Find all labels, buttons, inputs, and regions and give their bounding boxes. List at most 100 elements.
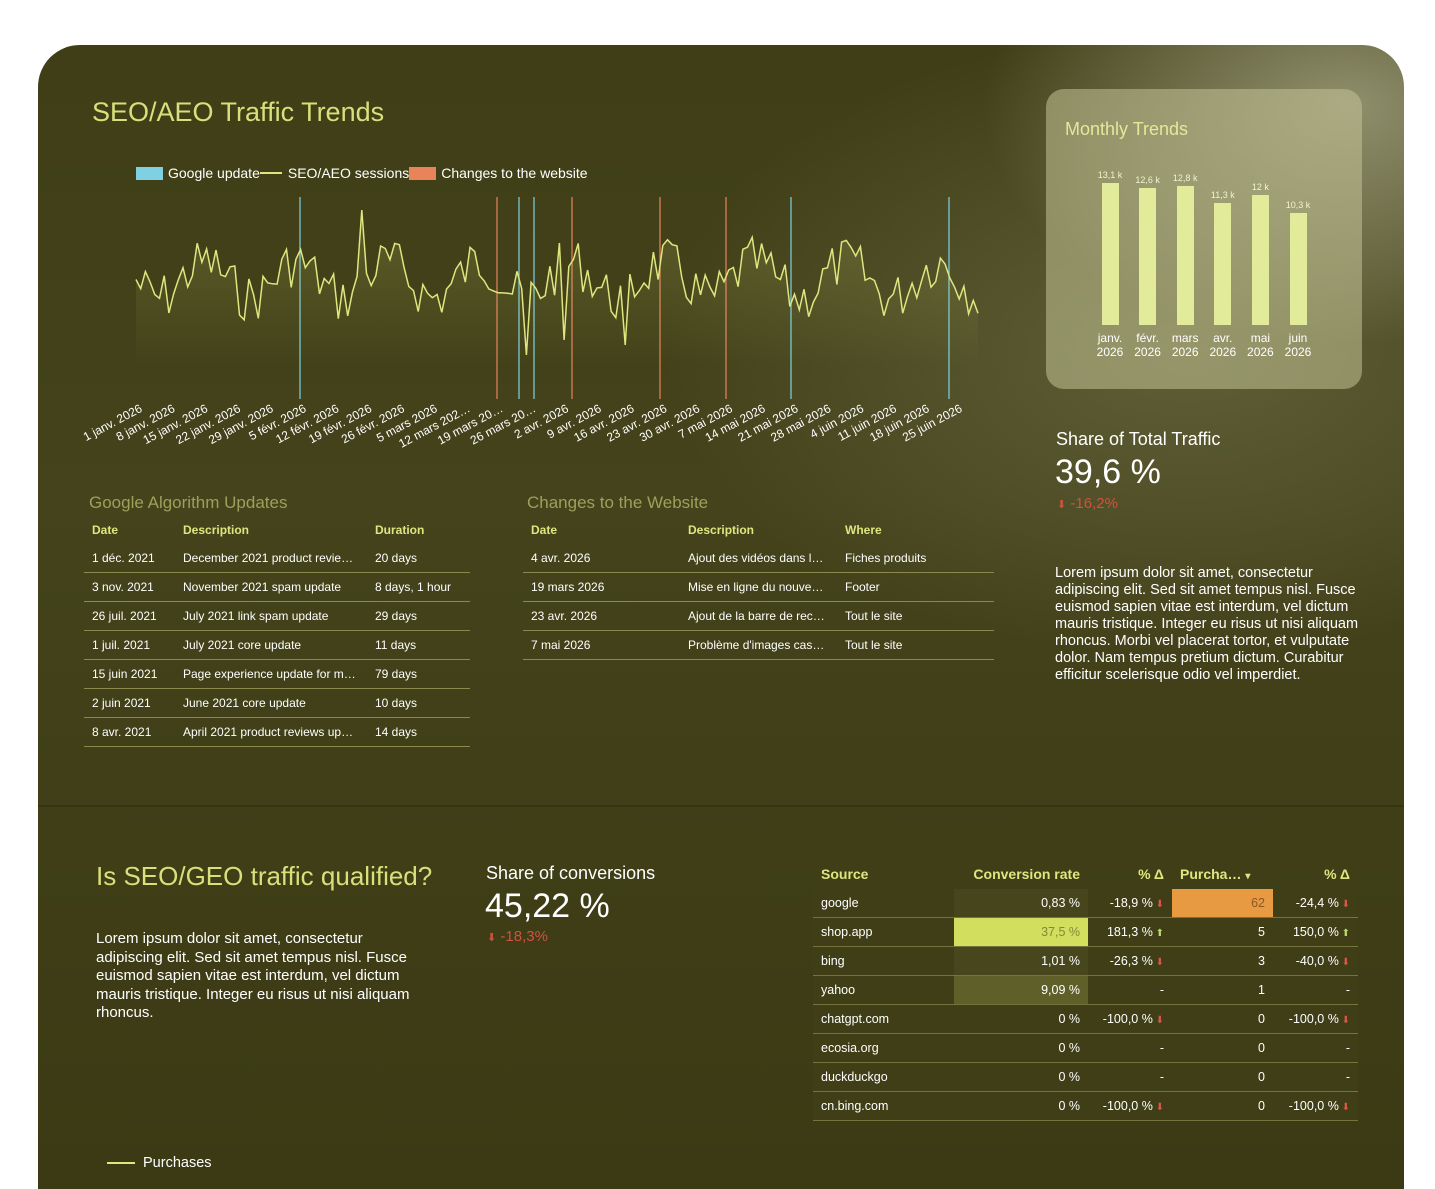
purchases-delta-cell-text: -24,4 % [1295, 896, 1339, 910]
col-rate-delta[interactable]: % Δ [1088, 859, 1172, 889]
purchases-cell-text: 1 [1258, 983, 1265, 997]
rate-delta-cell: 181,3 % ⬆ [1088, 917, 1172, 947]
table-row[interactable]: 19 mars 2026 Mise en ligne du nouve… Foote… [523, 572, 994, 602]
c-header-2[interactable]: Where [837, 516, 994, 544]
table-row[interactable]: chatgpt.com 0 % -100,0 % ⬇ 0 -100,0 % ⬇ [813, 1004, 1358, 1034]
source-cell-text: yahoo [821, 983, 856, 997]
col-purchases-delta[interactable]: % Δ [1273, 859, 1358, 889]
chart-legend: Google update SEO/AEO sessions Changes t… [136, 165, 588, 181]
purchases-cell-text: 3 [1258, 954, 1265, 968]
table-cell: Ajout de la barre de rec… [680, 601, 837, 631]
table-row[interactable]: 26 juil. 2021 July 2021 link spam update 2… [84, 601, 470, 631]
monthly-bar[interactable] [1289, 213, 1307, 325]
sessions-line-chart[interactable]: 1 janv. 20268 janv. 202615 janv. 202622 … [78, 185, 1038, 475]
purchases-cell-text: 62 [1251, 896, 1265, 910]
table-row[interactable]: 1 déc. 2021 December 2021 product revie… 2… [84, 544, 470, 573]
monthly-bar[interactable] [1176, 186, 1194, 325]
table-row[interactable]: 2 juin 2021 June 2021 core update 10 days [84, 688, 470, 718]
table-cell: Tout le site [837, 630, 994, 660]
rate-cell-text: 0,83 % [1041, 896, 1080, 910]
purchases-legend[interactable]: Purchases [107, 1155, 212, 1171]
table-row[interactable]: 3 nov. 2021 November 2021 spam update 8 da… [84, 572, 470, 602]
monthly-bar[interactable] [1251, 194, 1269, 325]
purchases-delta-cell-text: 150,0 % [1292, 925, 1339, 939]
table-row[interactable]: 15 juin 2021 Page experience update for m… [84, 659, 470, 689]
table-cell: 2 juin 2021 [84, 688, 175, 718]
source-cell-text: bing [821, 954, 845, 968]
source-cell-text: duckduckgo [821, 1070, 888, 1084]
legend-google-update[interactable]: Google update [136, 165, 260, 181]
col-purchases[interactable]: Purcha… ▾ [1172, 859, 1273, 889]
section-divider [38, 805, 1404, 807]
rate-cell: 0 % [954, 1004, 1088, 1034]
table-cell: 7 mai 2026 [523, 630, 680, 660]
purchases-cell-text: 0 [1258, 1041, 1265, 1055]
purchases-cell: 1 [1172, 975, 1273, 1005]
monthly-bar[interactable] [1139, 188, 1157, 325]
page-title: SEO/AEO Traffic Trends [92, 97, 385, 127]
purchases-delta-cell: -24,4 % ⬇ [1273, 889, 1358, 918]
table-cell: Tout le site [837, 601, 994, 631]
purchases-delta-cell: - [1273, 1033, 1358, 1063]
changes-swatch [409, 166, 437, 180]
table-row[interactable]: yahoo 9,09 % - 1 - [813, 975, 1358, 1005]
legend-sessions[interactable]: SEO/AEO sessions [259, 165, 409, 181]
table-row[interactable]: bing 1,01 % -26,3 % ⬇ 3 -40,0 % ⬇ [813, 946, 1358, 976]
rate-cell: 0,83 % [954, 889, 1088, 918]
purchases-delta-cell: - [1273, 1062, 1358, 1092]
table-row[interactable]: 7 mai 2026 Problème d'images cas… Tout le … [523, 630, 994, 660]
g-header-2[interactable]: Duration [367, 516, 470, 544]
table-cell: 3 nov. 2021 [84, 572, 175, 602]
table-row[interactable]: 1 juil. 2021 July 2021 core update 11 days [84, 630, 470, 660]
table-cell: 14 days [367, 717, 470, 747]
table-row[interactable]: cn.bing.com 0 % -100,0 % ⬇ 0 -100,0 % ⬇ [813, 1091, 1358, 1121]
rate-delta-cell-text: -26,3 % [1109, 954, 1153, 968]
arrow-up-icon: ⬆ [1338, 928, 1350, 939]
table-cell: 23 avr. 2026 [523, 601, 680, 631]
purchases-cell: 5 [1172, 917, 1273, 947]
rate-cell: 37,5 % [954, 917, 1088, 947]
source-cell-text: google [821, 896, 859, 910]
monthly-bar[interactable] [1101, 183, 1119, 325]
rate-delta-cell: -18,9 % ⬇ [1088, 889, 1172, 918]
table-cell: June 2021 core update [175, 688, 367, 718]
col-purchases-label: Purcha… [1180, 866, 1242, 882]
rate-cell-text: 9,09 % [1041, 983, 1080, 997]
monthly-bar[interactable] [1214, 202, 1232, 325]
monthly-bar-value: 10,3 k [1285, 200, 1311, 211]
purchases-delta-cell: -100,0 % ⬇ [1273, 1004, 1358, 1034]
g-header-1[interactable]: Description [175, 516, 367, 544]
purchases-delta-cell: -100,0 % ⬇ [1273, 1091, 1358, 1121]
col-conversion-rate[interactable]: Conversion rate [954, 859, 1088, 889]
site-changes-title: Changes to the Website [527, 493, 709, 512]
table-cell: July 2021 link spam update [175, 601, 367, 631]
g-header-0[interactable]: Date [84, 516, 175, 544]
purchases-cell-text: 0 [1258, 1070, 1265, 1084]
table-cell: 8 avr. 2021 [84, 717, 175, 747]
table-row[interactable]: 4 avr. 2026 Ajout des vidéos dans l… Fiche… [523, 544, 994, 573]
purchases-delta-cell-text: -40,0 % [1295, 954, 1339, 968]
source-cell-text: chatgpt.com [821, 1012, 890, 1026]
table-row[interactable]: ecosia.org 0 % - 0 - [813, 1033, 1358, 1063]
table-cell: November 2021 spam update [175, 572, 367, 602]
rate-cell-text: 0 % [1058, 1012, 1080, 1026]
rate-delta-cell-text: 181,3 % [1106, 925, 1153, 939]
arrow-down-icon: ⬇ [1152, 1015, 1164, 1026]
arrow-down-icon: ⬇ [1338, 1015, 1350, 1026]
legend-changes[interactable]: Changes to the website [409, 165, 588, 181]
sort-desc-icon[interactable]: ▾ [1245, 871, 1250, 882]
purchases-delta-cell-text: - [1345, 1070, 1350, 1084]
c-header-0[interactable]: Date [523, 516, 680, 544]
table-row[interactable]: google 0,83 % -18,9 % ⬇ 62 -24,4 % ⬇ [813, 889, 1358, 918]
c-header-1[interactable]: Description [680, 516, 837, 544]
source-cell: ecosia.org [813, 1033, 954, 1063]
col-source[interactable]: Source [813, 859, 954, 889]
share-conv-delta: ⬇ -18,3% [487, 928, 548, 945]
purchases-delta-cell: -40,0 % ⬇ [1273, 946, 1358, 976]
source-cell: cn.bing.com [813, 1091, 954, 1121]
table-row[interactable]: duckduckgo 0 % - 0 - [813, 1062, 1358, 1092]
table-row[interactable]: 23 avr. 2026 Ajout de la barre de rec… Tou… [523, 601, 994, 631]
rate-delta-cell-text: - [1159, 1041, 1164, 1055]
table-row[interactable]: 8 avr. 2021 April 2021 product reviews up… [84, 717, 470, 747]
table-row[interactable]: shop.app 37,5 % 181,3 % ⬆ 5 150,0 % ⬆ [813, 917, 1358, 947]
